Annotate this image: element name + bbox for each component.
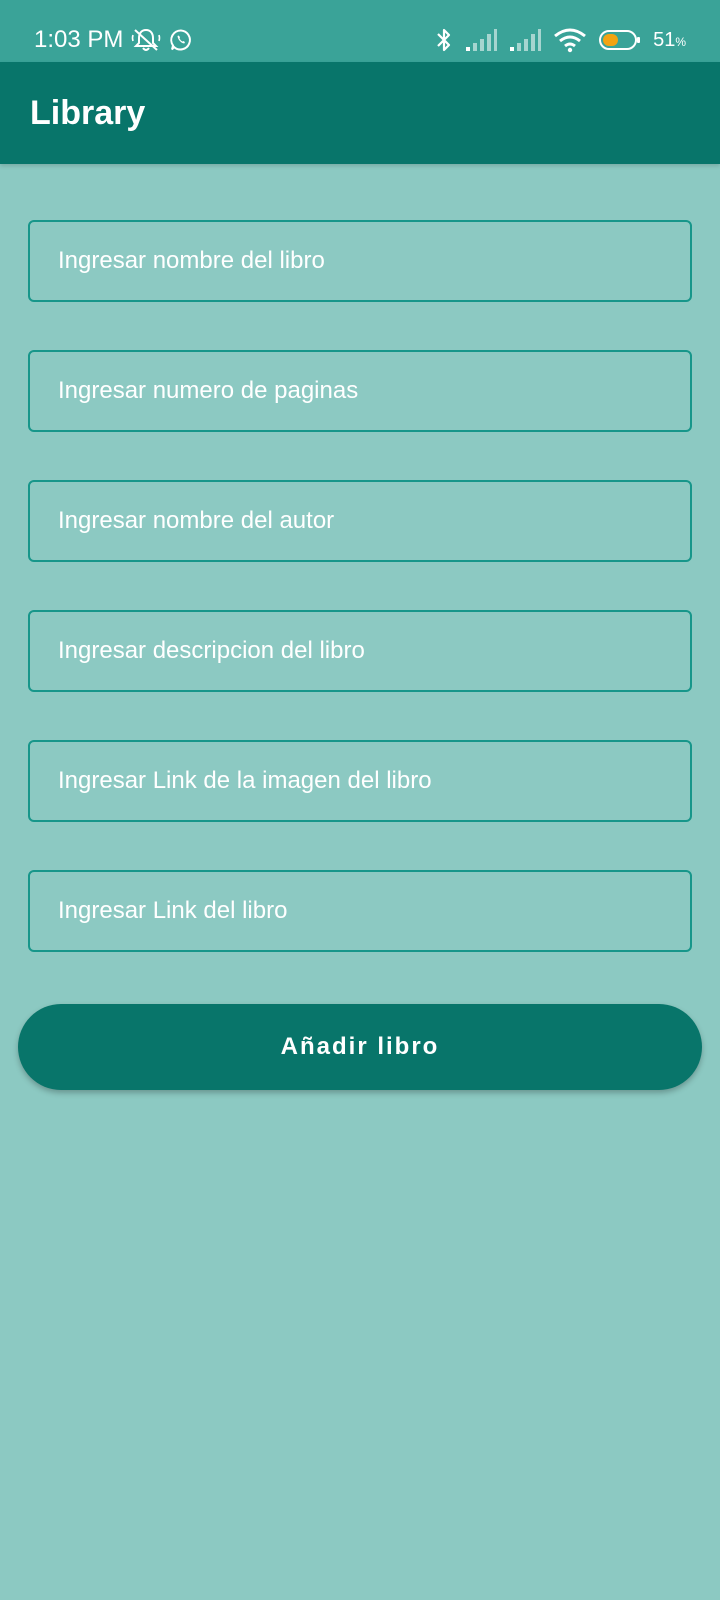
description-field [28,610,692,692]
image-link-field [28,740,692,822]
book-form [28,220,692,1000]
book-name-input[interactable] [30,222,690,300]
book-name-field [28,220,692,302]
status-right: 51% [435,26,686,54]
page-count-input[interactable] [30,352,690,430]
page-title: Library [30,94,146,132]
author-name-input[interactable] [30,482,690,560]
book-link-input[interactable] [30,872,690,950]
wifi-icon [553,27,587,53]
description-input[interactable] [30,612,690,690]
whatsapp-icon [169,28,193,52]
status-time: 1:03 PM [34,26,124,53]
battery-percent: 51% [653,28,686,51]
image-link-input[interactable] [30,742,690,820]
book-link-field [28,870,692,952]
status-left: 1:03 PM [34,26,193,54]
app-bar: Library [0,62,720,164]
battery-icon [599,29,641,51]
page-count-field [28,350,692,432]
mute-alarm-icon [131,27,161,53]
author-name-field [28,480,692,562]
status-bar: 1:03 PM 51% [0,0,720,62]
signal-icon [465,28,498,52]
add-book-button[interactable]: Añadir libro [18,1004,702,1090]
signal-icon [509,28,542,52]
bluetooth-icon [435,26,453,54]
